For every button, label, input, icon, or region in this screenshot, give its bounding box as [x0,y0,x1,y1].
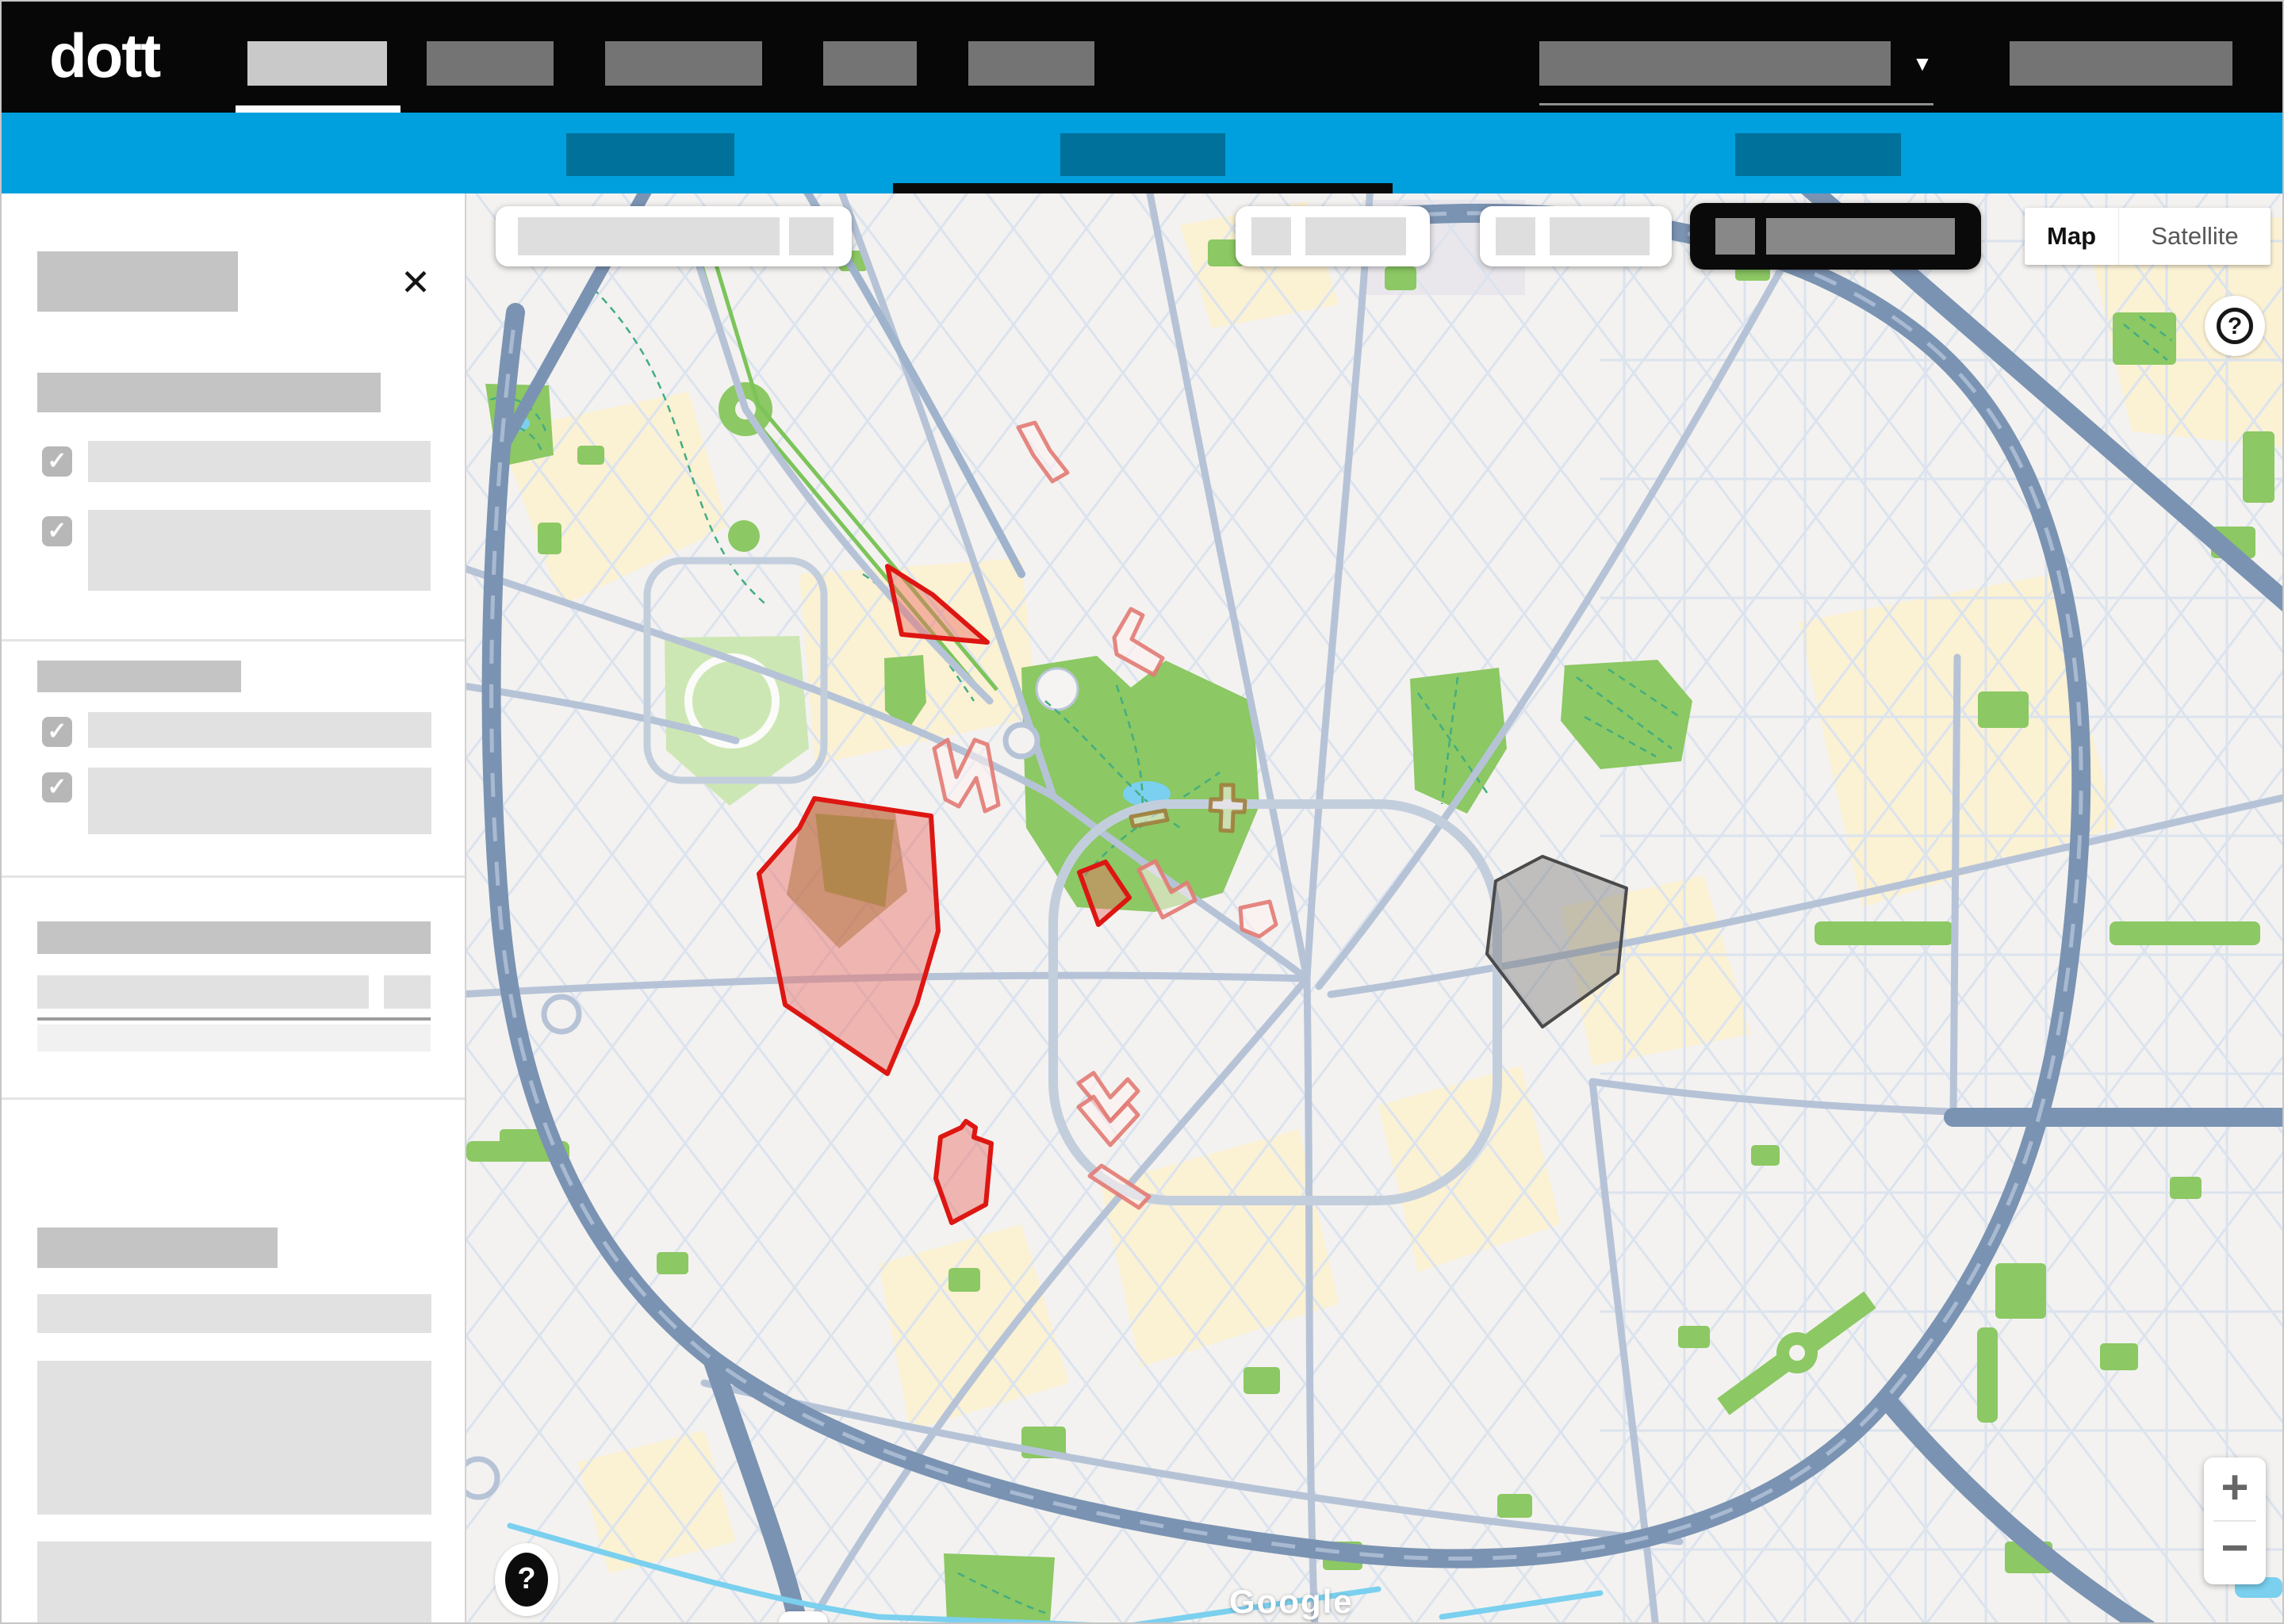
tab-active-underline [893,183,1393,193]
map-type-map-button[interactable]: Map [2025,208,2118,265]
nav-item-2[interactable] [427,41,554,86]
tab-1[interactable] [566,133,734,176]
section-divider [0,1097,466,1100]
input-suffix-placeholder[interactable] [384,975,431,1009]
toggle-label-placeholder [1550,217,1650,255]
dropdown-underline [1539,103,1933,105]
secondary-tab-bar [0,113,2284,193]
zoom-control: + − [2204,1457,2266,1584]
section3-heading-placeholder [37,921,431,954]
zoom-in-button[interactable]: + [2204,1457,2266,1520]
section1-heading-placeholder [37,373,381,412]
bottom-block-placeholder [37,1542,431,1624]
helper-text-placeholder [37,1025,431,1051]
nav-item-3[interactable] [605,41,762,86]
help-button-top[interactable]: ? [2205,296,2265,356]
toggle-icon-placeholder[interactable] [1496,217,1535,255]
map-type-control: Map Satellite [2025,208,2271,265]
map-canvas[interactable]: Map Satellite ? + − ? Google [466,193,2284,1624]
search-button-placeholder[interactable] [789,217,834,255]
checkbox-4[interactable]: ✓ [42,772,72,802]
toggle-icon-placeholder[interactable] [1715,218,1755,255]
zoom-out-button[interactable]: − [2204,1521,2266,1584]
question-icon: ? [505,1553,548,1607]
toggle-label-placeholder [1305,217,1406,255]
tab-3[interactable] [1735,133,1901,176]
toggle-icon-placeholder[interactable] [1251,217,1291,255]
search-card[interactable] [496,206,852,266]
toggle-label-placeholder [1766,218,1955,255]
dott-logo: dott [49,0,159,113]
row-placeholder [37,1294,431,1333]
account-button[interactable] [2010,41,2232,86]
checkbox-3[interactable]: ✓ [42,717,72,747]
checkbox-1-label [88,441,431,482]
checkbox-4-label [88,768,431,834]
tab-2-active[interactable] [1060,133,1225,176]
checkbox-3-label [88,712,431,748]
checkbox-2-label [88,510,431,591]
section-divider [0,875,466,878]
nav-item-4[interactable] [823,41,917,86]
filters-sidebar: ✕ ✓ ✓ ✓ ✓ [0,193,466,1624]
search-input-placeholder[interactable] [518,217,780,255]
nav-item-5[interactable] [968,41,1094,86]
input-field-placeholder[interactable] [37,975,369,1009]
chat-widget-icon[interactable] [779,1611,828,1624]
input-underline [37,1017,431,1021]
top-navigation-bar: dott ▼ [0,0,2284,113]
google-logo: Google [1229,1583,1354,1621]
city-dropdown[interactable] [1539,41,1891,86]
nav-item-1-active[interactable] [247,41,387,86]
layer-toggle-card-2[interactable] [1480,206,1672,266]
question-icon: ? [2217,308,2253,344]
basemap-svg [466,193,2282,1624]
slack-icon [779,1611,828,1624]
map-type-satellite-button[interactable]: Satellite [2118,208,2271,265]
layer-toggle-card-selected[interactable] [1690,203,1981,270]
checkbox-2[interactable]: ✓ [42,516,72,546]
sidebar-title-placeholder [37,251,238,312]
close-icon[interactable]: ✕ [395,262,436,303]
layer-toggle-card-1[interactable] [1236,206,1430,266]
section2-heading-placeholder [37,661,241,692]
nav-active-underline [236,105,400,113]
chevron-down-icon[interactable]: ▼ [1903,41,1941,86]
section-divider [0,639,466,642]
checkbox-1[interactable]: ✓ [42,446,72,477]
textarea-placeholder[interactable] [37,1361,431,1515]
help-button-bottom[interactable]: ? [495,1543,558,1616]
section4-heading-placeholder [37,1228,278,1268]
